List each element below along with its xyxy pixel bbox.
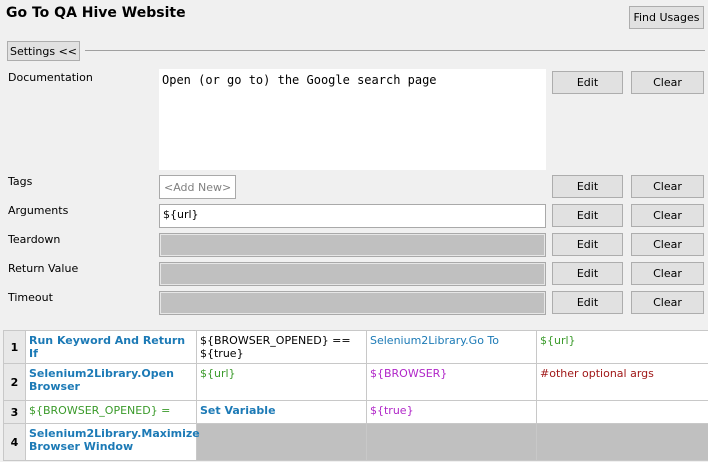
arguments-clear-button[interactable]: Clear [631,204,704,227]
teardown-field[interactable] [159,233,546,257]
grid-cell[interactable]: Selenium2Library.Open Browser [25,363,197,401]
tags-clear-button[interactable]: Clear [631,175,704,198]
tags-field: <Add New> [159,175,546,199]
settings-toggle-button[interactable]: Settings << [7,41,80,61]
documentation-clear-button[interactable]: Clear [631,71,704,94]
grid-cell[interactable]: ${true} [366,400,537,424]
arguments-edit-button[interactable]: Edit [552,204,623,227]
grid-cell[interactable] [536,400,708,424]
timeout-edit-button[interactable]: Edit [552,291,623,314]
documentation-label: Documentation [8,71,93,84]
teardown-label: Teardown [8,233,61,246]
grid-cell[interactable]: Selenium2Library.Maximize Browser Window [25,423,200,461]
teardown-edit-button[interactable]: Edit [552,233,623,256]
row-number[interactable]: 3 [3,400,26,424]
grid-cell[interactable]: #other optional args [536,363,708,401]
tags-label: Tags [8,175,33,188]
grid-cell[interactable] [366,423,537,461]
teardown-clear-button[interactable]: Clear [631,233,704,256]
grid-cell[interactable]: ${BROWSER_OPENED} = [25,400,197,424]
timeout-clear-button[interactable]: Clear [631,291,704,314]
grid-cell[interactable] [196,423,367,461]
documentation-edit-button[interactable]: Edit [552,71,623,94]
add-new-tag-button[interactable]: <Add New> [159,175,237,199]
settings-divider [85,50,705,51]
tags-edit-button[interactable]: Edit [552,175,623,198]
return-value-clear-button[interactable]: Clear [631,262,704,285]
return-value-label: Return Value [8,262,79,275]
grid-cell[interactable]: ${BROWSER_OPENED} == ${true} [196,330,367,364]
arguments-label: Arguments [8,204,69,217]
row-number[interactable]: 4 [3,423,26,461]
return-value-field[interactable] [159,262,546,286]
row-number[interactable]: 2 [3,363,26,401]
table-row: 1 Run Keyword And Return If ${BROWSER_OP… [3,330,708,364]
return-value-edit-button[interactable]: Edit [552,262,623,285]
timeout-label: Timeout [8,291,53,304]
page-title: Go To QA Hive Website [6,5,186,21]
table-row: 3 ${BROWSER_OPENED} = Set Variable ${tru… [3,400,708,424]
find-usages-button[interactable]: Find Usages [629,6,704,29]
arguments-field[interactable]: ${url} [159,204,546,228]
row-number[interactable]: 1 [3,330,26,364]
grid-cell[interactable]: ${BROWSER} [366,363,537,401]
grid-cell[interactable]: Run Keyword And Return If [25,330,197,364]
grid-cell[interactable]: Selenium2Library.Go To [366,330,537,364]
documentation-field[interactable]: Open (or go to) the Google search page [159,69,546,170]
timeout-field[interactable] [159,291,546,315]
table-row: 4 Selenium2Library.Maximize Browser Wind… [3,423,708,461]
grid-cell[interactable]: Set Variable [196,400,367,424]
grid-cell[interactable]: ${url} [196,363,367,401]
grid-cell[interactable]: ${url} [536,330,708,364]
table-row: 2 Selenium2Library.Open Browser ${url} $… [3,363,708,401]
grid-cell[interactable] [536,423,708,461]
keyword-steps-grid: 1 Run Keyword And Return If ${BROWSER_OP… [3,330,708,461]
